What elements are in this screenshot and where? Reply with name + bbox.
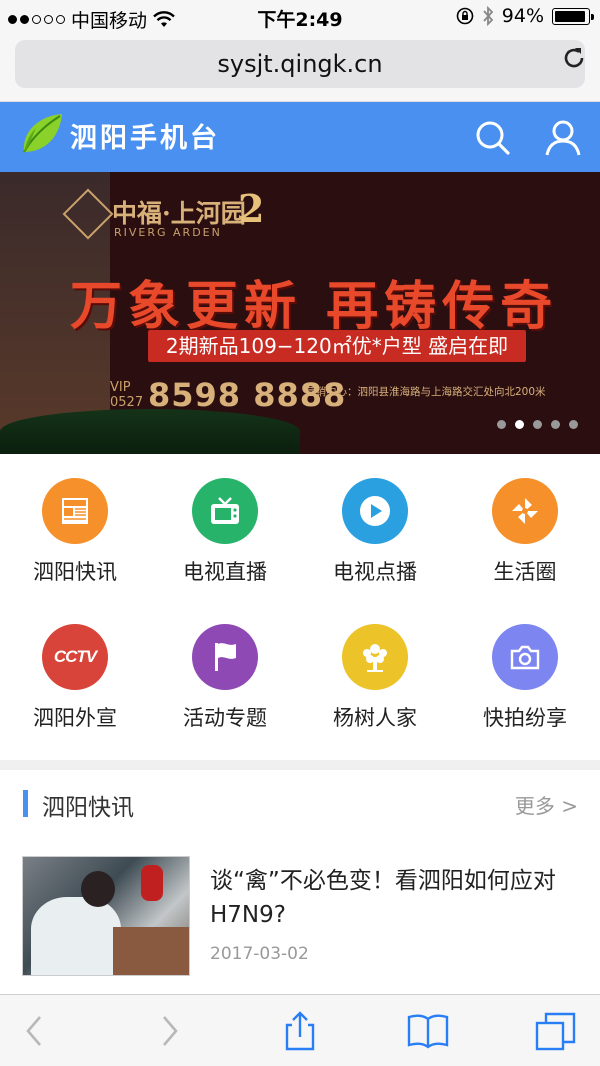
grid-item[interactable]: CCTV 泗阳外宣 bbox=[0, 600, 150, 746]
news-thumbnail bbox=[22, 856, 190, 976]
carousel-dot[interactable] bbox=[497, 420, 506, 429]
feature-grid: 泗阳快讯 电视直播 电视点播 生活圈 CCTV 泗阳外宣 活动专题 杨树人家 快拍纷享 bbox=[0, 454, 600, 759]
play-icon bbox=[342, 478, 408, 544]
banner-carousel[interactable]: 中福·上河园 RIVERG ARDEN 2 万象更新 再铸传奇 2期新品109−… bbox=[0, 172, 600, 454]
news-title: 谈“禽”不必色变！看泗阳如何应对H7N9? bbox=[210, 868, 556, 928]
grid-item[interactable]: 泗阳快讯 bbox=[0, 454, 150, 600]
grid-item-label: 活动专题 bbox=[183, 706, 267, 730]
url-text: sysjt.qingk.cn bbox=[217, 50, 383, 78]
grid-item-label: 电视点播 bbox=[333, 560, 417, 584]
address-bar[interactable]: sysjt.qingk.cn bbox=[15, 40, 585, 88]
orientation-lock-icon bbox=[456, 7, 474, 25]
banner-slogan: 万象更新 再铸传奇 bbox=[70, 276, 559, 337]
carousel-dot[interactable] bbox=[515, 420, 524, 429]
status-right: 94% bbox=[456, 5, 594, 27]
cctv-icon: CCTV bbox=[42, 624, 108, 690]
forward-icon[interactable] bbox=[148, 1009, 192, 1053]
section-divider bbox=[0, 760, 600, 770]
grid-item[interactable]: 活动专题 bbox=[150, 600, 300, 746]
news-list-item[interactable]: 谈“禽”不必色变！看泗阳如何应对H7N9? 2017-03-02 bbox=[0, 840, 600, 990]
grid-item-label: 泗阳快讯 bbox=[33, 560, 117, 584]
tree-icon bbox=[342, 624, 408, 690]
banner-phase-mark: 2 bbox=[238, 186, 265, 231]
carousel-dot[interactable] bbox=[551, 420, 560, 429]
carousel-dot[interactable] bbox=[533, 420, 542, 429]
bluetooth-icon bbox=[483, 6, 494, 26]
banner-promo: 2期新品109−120㎡优*户型 盛启在即 bbox=[148, 330, 526, 362]
grid-item[interactable]: 杨树人家 bbox=[300, 600, 450, 746]
status-bar: 中国移动 下午2:49 94% bbox=[0, 0, 600, 34]
browser-toolbar bbox=[0, 994, 600, 1066]
site-logo[interactable]: 泗阳手机台 bbox=[20, 112, 220, 158]
grid-item-label: 泗阳外宣 bbox=[33, 706, 117, 730]
news-icon bbox=[42, 478, 108, 544]
section-accent-bar bbox=[23, 790, 28, 817]
banner-trees-image bbox=[0, 409, 300, 454]
flag-icon bbox=[192, 624, 258, 690]
carousel-indicator bbox=[497, 420, 578, 429]
site-header: 泗阳手机台 bbox=[0, 102, 600, 172]
tabs-icon[interactable] bbox=[534, 1009, 578, 1053]
grid-item[interactable]: 电视点播 bbox=[300, 454, 450, 600]
grid-item-label: 电视直播 bbox=[183, 560, 267, 584]
bookmarks-icon[interactable] bbox=[406, 1009, 450, 1053]
share-icon[interactable] bbox=[278, 1009, 322, 1053]
banner-brand: 中福·上河园 bbox=[112, 199, 246, 228]
grid-item[interactable]: 生活圈 bbox=[450, 454, 600, 600]
banner-brand-en: RIVERG ARDEN bbox=[114, 226, 222, 239]
news-date: 2017-03-02 bbox=[210, 944, 309, 964]
carousel-dot[interactable] bbox=[569, 420, 578, 429]
site-name: 泗阳手机台 bbox=[70, 122, 220, 154]
back-icon[interactable] bbox=[14, 1009, 58, 1053]
battery-percent: 94% bbox=[501, 5, 544, 27]
more-link[interactable]: 更多 > bbox=[515, 790, 578, 819]
battery-icon bbox=[552, 7, 594, 25]
leaf-logo-icon bbox=[23, 114, 62, 153]
news-section-header: 泗阳快讯 更多 > bbox=[0, 770, 600, 840]
grid-item-label: 快拍纷享 bbox=[483, 706, 567, 730]
grid-item-label: 杨树人家 bbox=[333, 706, 417, 730]
banner-sales-center: 营销中心：泗阳县淮海路与上海路交汇处向北200米 bbox=[305, 386, 546, 398]
banner-vip: VIP 0527 bbox=[110, 380, 144, 410]
grid-item-label: 生活圈 bbox=[493, 560, 557, 584]
user-icon[interactable] bbox=[544, 119, 582, 157]
grid-item[interactable]: 快拍纷享 bbox=[450, 600, 600, 746]
search-icon[interactable] bbox=[474, 119, 512, 157]
pinwheel-icon bbox=[492, 478, 558, 544]
browser-address-area: sysjt.qingk.cn bbox=[0, 34, 600, 102]
news-section-title: 泗阳快讯 bbox=[42, 795, 134, 821]
reload-icon[interactable] bbox=[560, 44, 588, 72]
tv-icon bbox=[192, 478, 258, 544]
camera-icon bbox=[492, 624, 558, 690]
grid-item[interactable]: 电视直播 bbox=[150, 454, 300, 600]
